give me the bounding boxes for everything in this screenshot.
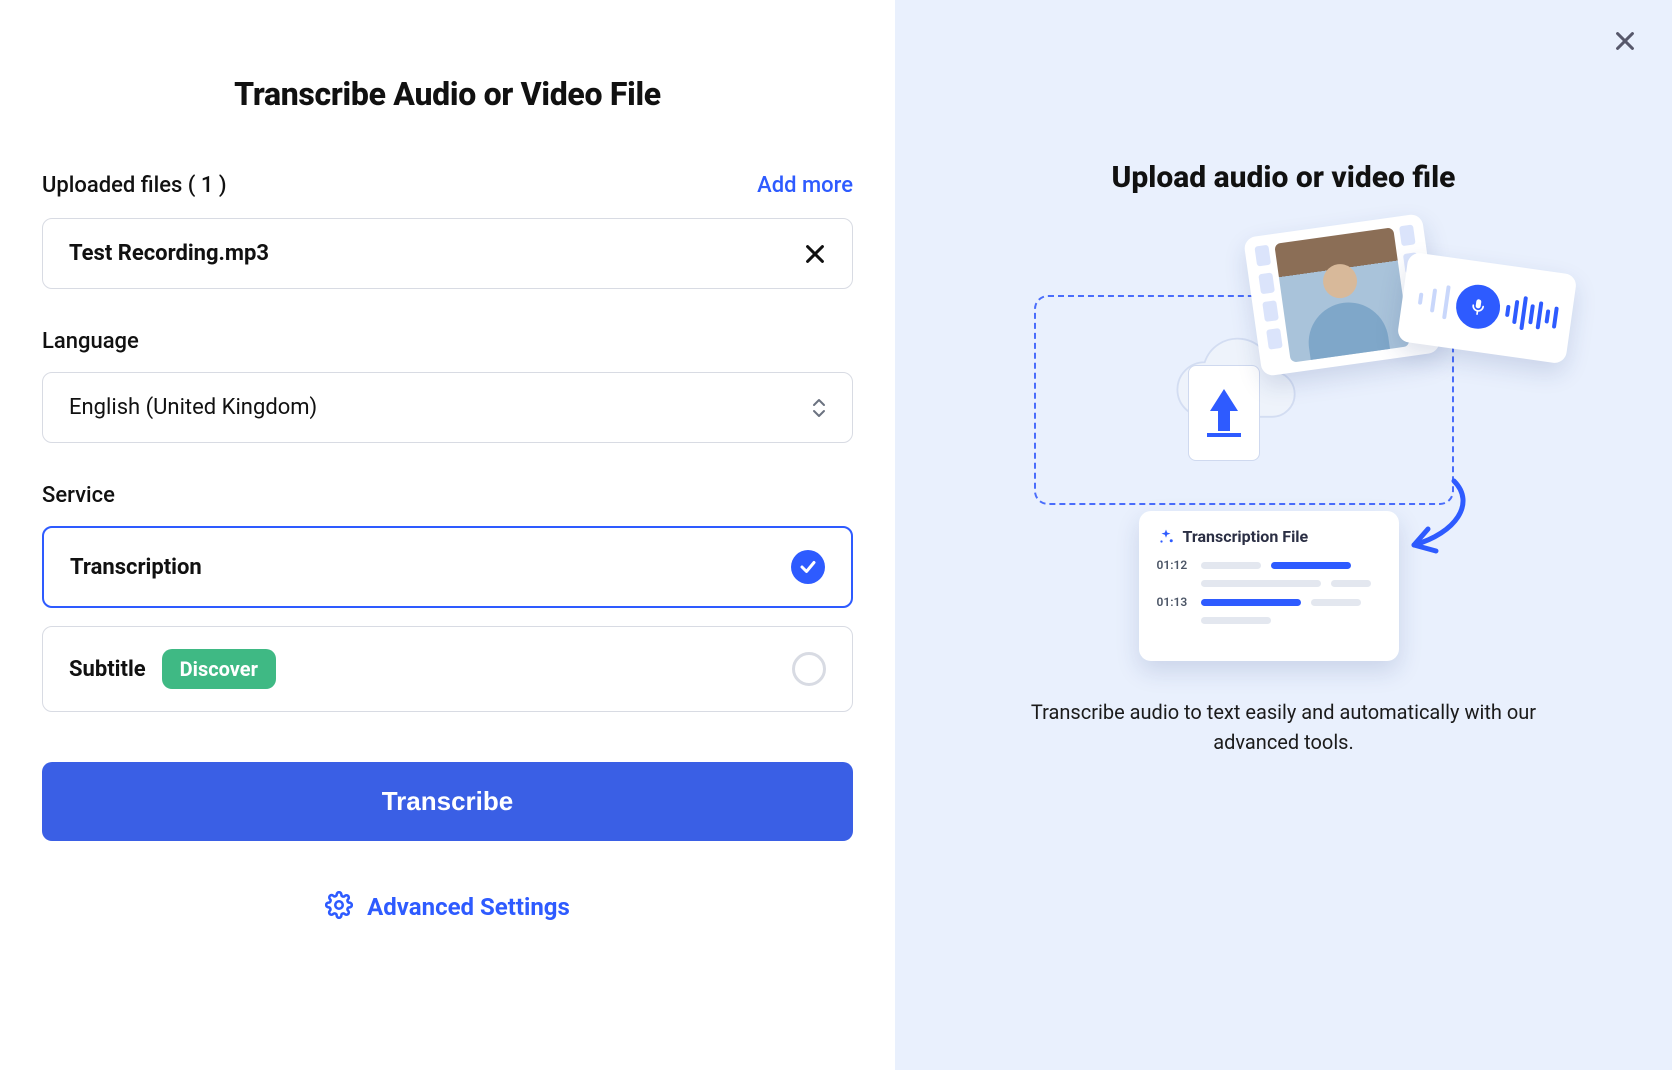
transcribe-button[interactable]: Transcribe — [42, 762, 853, 841]
form-panel: Transcribe Audio or Video File Uploaded … — [0, 0, 895, 1070]
info-panel: Upload audio or video file — [895, 0, 1672, 1070]
up-arrow-icon — [1210, 389, 1238, 411]
add-more-link[interactable]: Add more — [757, 173, 853, 198]
service-option-subtitle[interactable]: Subtitle Discover — [42, 626, 853, 712]
remove-file-icon[interactable] — [804, 243, 826, 265]
transcript-card-icon: Transcription File 01:12 01:13 — [1139, 511, 1399, 661]
service-transcription-name: Transcription — [70, 555, 202, 580]
mic-icon — [1453, 282, 1503, 332]
illustration: Transcription File 01:12 01:13 — [1004, 235, 1564, 675]
advanced-settings-label: Advanced Settings — [367, 893, 570, 921]
info-description: Transcribe audio to text easily and auto… — [1004, 697, 1564, 757]
transcript-ts-1: 01:12 — [1157, 558, 1191, 572]
service-option-transcription[interactable]: Transcription — [42, 526, 853, 608]
uploaded-header: Uploaded files ( 1 ) Add more — [42, 173, 853, 198]
radio-selected-icon — [791, 550, 825, 584]
page-title: Transcribe Audio or Video File — [42, 75, 853, 113]
upload-underline-icon — [1207, 433, 1241, 437]
radio-unselected-icon — [792, 652, 826, 686]
curly-arrow-icon — [1384, 475, 1484, 575]
close-icon — [1614, 30, 1636, 52]
info-title: Upload audio or video file — [935, 160, 1632, 195]
language-select[interactable]: English (United Kingdom) — [42, 372, 853, 443]
uploaded-file-name: Test Recording.mp3 — [69, 241, 269, 266]
uploaded-files-label: Uploaded files ( 1 ) — [42, 173, 227, 198]
sparkle-icon — [1157, 528, 1175, 546]
gear-icon — [325, 891, 353, 923]
upload-card-icon — [1188, 365, 1260, 461]
service-label: Service — [42, 483, 853, 508]
close-button[interactable] — [1614, 30, 1636, 52]
language-value: English (United Kingdom) — [69, 395, 317, 420]
discover-badge: Discover — [162, 649, 276, 689]
service-subtitle-name: Subtitle — [69, 657, 146, 682]
uploaded-file-chip: Test Recording.mp3 — [42, 218, 853, 289]
language-label: Language — [42, 329, 853, 354]
transcript-ts-2: 01:13 — [1157, 595, 1191, 609]
video-thumbnail-icon — [1274, 227, 1410, 363]
transcript-card-title: Transcription File — [1183, 527, 1309, 546]
advanced-settings-link[interactable]: Advanced Settings — [42, 891, 853, 923]
chevron-up-down-icon — [812, 398, 826, 418]
